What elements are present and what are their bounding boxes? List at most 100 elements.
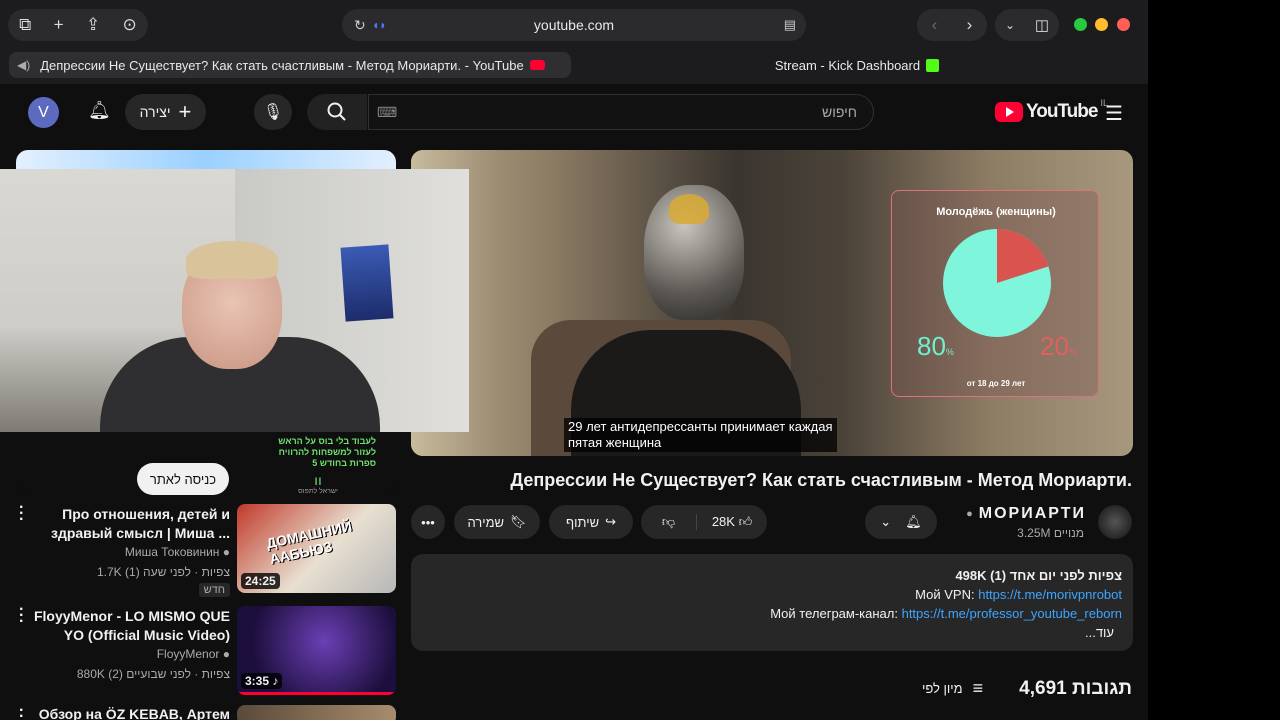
related-menu-icon-3[interactable]: · ·: [19, 703, 24, 720]
more-actions-button[interactable]: •••: [411, 505, 445, 539]
verified-icon: ●: [966, 508, 975, 520]
youtube-logo-icon: [995, 102, 1023, 122]
new-badge: חדש: [198, 583, 230, 597]
sort-label: מיון לפי: [922, 681, 963, 696]
plus-icon: +: [178, 99, 192, 124]
related-title-2: FloyyMenor - LO MISMO QUE YO (Official M…: [33, 608, 230, 643]
search-input[interactable]: ⌨ חיפוש: [368, 94, 874, 130]
ad-line-3: 5 ספרות בחודש: [312, 458, 376, 468]
menu-icon[interactable]: ☰: [1105, 101, 1123, 126]
notifications-icon[interactable]: 🔔︎: [88, 100, 111, 121]
webcam-poster: [340, 244, 394, 322]
sidebar-toggle-icon[interactable]: ◫: [1035, 16, 1049, 34]
channel-name-text: МОРИАРТИ: [978, 505, 1086, 522]
search-button[interactable]: [307, 94, 367, 130]
pie-chart: [943, 229, 1051, 337]
verified-icon: ●: [222, 647, 230, 661]
sort-icon: ≡: [972, 678, 984, 698]
window-maximize-button[interactable]: [1074, 18, 1087, 31]
channel-name[interactable]: ● МОРИАРТИ: [966, 505, 1086, 523]
related-thumb-3[interactable]: [237, 705, 396, 720]
reload-icon[interactable]: ↻: [354, 17, 366, 34]
dislike-button[interactable]: 👎︎: [641, 514, 697, 530]
sort-comments-button[interactable]: מיון לפי ≡: [922, 678, 983, 699]
download-icon[interactable]: ⊙: [123, 15, 137, 35]
related-meta-1: 1.7K צפיות · לפני שעה (1): [96, 565, 230, 579]
tab-kick[interactable]: Stream - Kick Dashboard: [574, 52, 1140, 78]
description-line-vpn: Мой VPN: https://t.me/morivpnrobot: [915, 587, 1122, 602]
video-subtitles: 29 лет антидепрессанты принимает каждая …: [564, 418, 837, 452]
related-menu-icon-1[interactable]: · · ·: [19, 500, 24, 528]
ad-line-1: לעבוד בלי בוס על הראש: [278, 436, 376, 446]
share-button[interactable]: שיתוף ↪: [549, 505, 633, 539]
description-stats: 498K צפיות לפני יום אחד (1): [955, 568, 1122, 583]
video-title: Депрессии Не Существует? Как стать счаст…: [510, 470, 1132, 490]
overlay-title: Молодёжь (женщины): [936, 206, 1056, 218]
speaker-icon: ◀): [17, 58, 31, 72]
ad-text: לעבוד בלי בוס על הראש לעזור למשפחות להרו…: [278, 436, 376, 469]
save-button[interactable]: שמירה 🔖︎: [454, 505, 540, 539]
save-label: שמירה: [467, 514, 505, 530]
ad-brand: ıı ישראל לתפוס: [288, 472, 348, 495]
duration-badge-1: 24:25: [241, 573, 280, 589]
description-more[interactable]: ...עוד: [422, 623, 1114, 642]
description-box[interactable]: 498K צפיות לפני יום אחד (1) Мой VPN: htt…: [411, 554, 1133, 651]
youtube-header: V 🔔︎ יצירה + 🎙︎ ⌨ חיפוש YouTube IL ☰: [0, 84, 1148, 140]
ad-cta-button[interactable]: כניסה לאתר: [137, 463, 229, 495]
create-button[interactable]: יצירה +: [125, 94, 206, 130]
channel-avatar[interactable]: [1098, 505, 1132, 539]
reader-icon[interactable]: ▤: [784, 17, 796, 33]
window-minimize-button[interactable]: [1095, 18, 1108, 31]
subtitle-line-1: 29 лет антидепрессанты принимает каждая: [568, 419, 833, 434]
share-icon[interactable]: ⇪: [86, 15, 100, 35]
telegram-link[interactable]: https://t.me/professor_youtube_reborn: [902, 606, 1122, 621]
subscribe-bell-button[interactable]: ⌄ 🔔︎: [865, 505, 937, 539]
share-arrow-icon: ↪: [605, 514, 616, 529]
progress-bar: [237, 692, 396, 695]
vpn-link[interactable]: https://t.me/morivpnrobot: [978, 587, 1122, 602]
related-meta-2: 880K צפיות · לפני שבועיים (2): [76, 667, 230, 681]
tab-overview-icon[interactable]: ⧉: [19, 15, 31, 35]
youtube-logo[interactable]: YouTube IL: [995, 98, 1108, 123]
more-icon: •••: [421, 514, 435, 530]
keyboard-icon[interactable]: ⌨: [377, 104, 397, 121]
browser-toolbar: ⧉ + ⇪ ⊙ ↻ ◖◗ youtube.com ▤ ‹ › ⌄ ◫ ◀) Де…: [0, 0, 1148, 84]
address-text: youtube.com: [533, 17, 615, 33]
video-player[interactable]: Молодёжь (женщины) 80% 20% от 18 до 29 л…: [411, 150, 1133, 456]
subscriber-count: 3.25M מנויים: [1017, 526, 1084, 540]
avatar[interactable]: V: [28, 97, 59, 128]
voice-search-button[interactable]: 🎙︎: [254, 94, 292, 130]
youtube-logo-text: YouTube: [1026, 101, 1098, 122]
chevron-down-icon[interactable]: ⌄: [1005, 18, 1015, 32]
overlay-percent-right: 20%: [1040, 331, 1077, 361]
sidebar-toggle-group: ⌄ ◫: [995, 9, 1059, 41]
share-label: שיתוף: [566, 514, 600, 530]
verified-icon: ●: [222, 545, 230, 559]
related-thumb-1[interactable]: ДОМАШНИЙ ААБЬЮЗ 24:25: [237, 504, 396, 593]
bell-icon: 🔔︎: [905, 514, 922, 529]
search-icon: [327, 102, 346, 121]
address-bar[interactable]: ↻ ◖◗ youtube.com ▤: [342, 9, 806, 41]
related-title-1: Про отношения, детей и здравый смысл | М…: [51, 506, 230, 541]
tab-youtube[interactable]: ◀) Депрессии Не Существует? Как стать сч…: [9, 52, 571, 78]
ad-line-2: לעזור למשפחות להרוויח: [278, 447, 376, 457]
related-thumb-2[interactable]: 3:35 ♪: [237, 606, 396, 695]
description-line-telegram: Мой телеграм-канал: https://t.me/profess…: [770, 606, 1122, 621]
related-menu-icon-2[interactable]: · · ·: [19, 602, 24, 630]
ad-logo-icon: ıı: [314, 472, 322, 488]
back-icon[interactable]: ‹: [932, 15, 938, 35]
microphone-icon: 🎙︎: [262, 104, 284, 121]
webcam-hair: [186, 241, 278, 279]
stats-overlay: Молодёжь (женщины) 80% 20% от 18 до 29 л…: [891, 190, 1099, 397]
search-placeholder: חיפוש: [822, 104, 857, 120]
video-mask-gold: [669, 194, 709, 224]
like-dislike-group: 👎︎ 28K 👍︎: [641, 505, 767, 539]
like-button[interactable]: 28K 👍︎: [697, 514, 767, 530]
window-close-button[interactable]: [1117, 18, 1130, 31]
audio-playing-icon[interactable]: ◖◗: [372, 18, 387, 32]
forward-icon[interactable]: ›: [967, 15, 973, 35]
subtitle-line-2: пятая женщина: [568, 435, 662, 450]
new-tab-icon[interactable]: +: [54, 15, 64, 35]
browser-window: ⧉ + ⇪ ⊙ ↻ ◖◗ youtube.com ▤ ‹ › ⌄ ◫ ◀) Де…: [0, 0, 1148, 720]
tab-kick-label: Stream - Kick Dashboard: [774, 57, 921, 73]
